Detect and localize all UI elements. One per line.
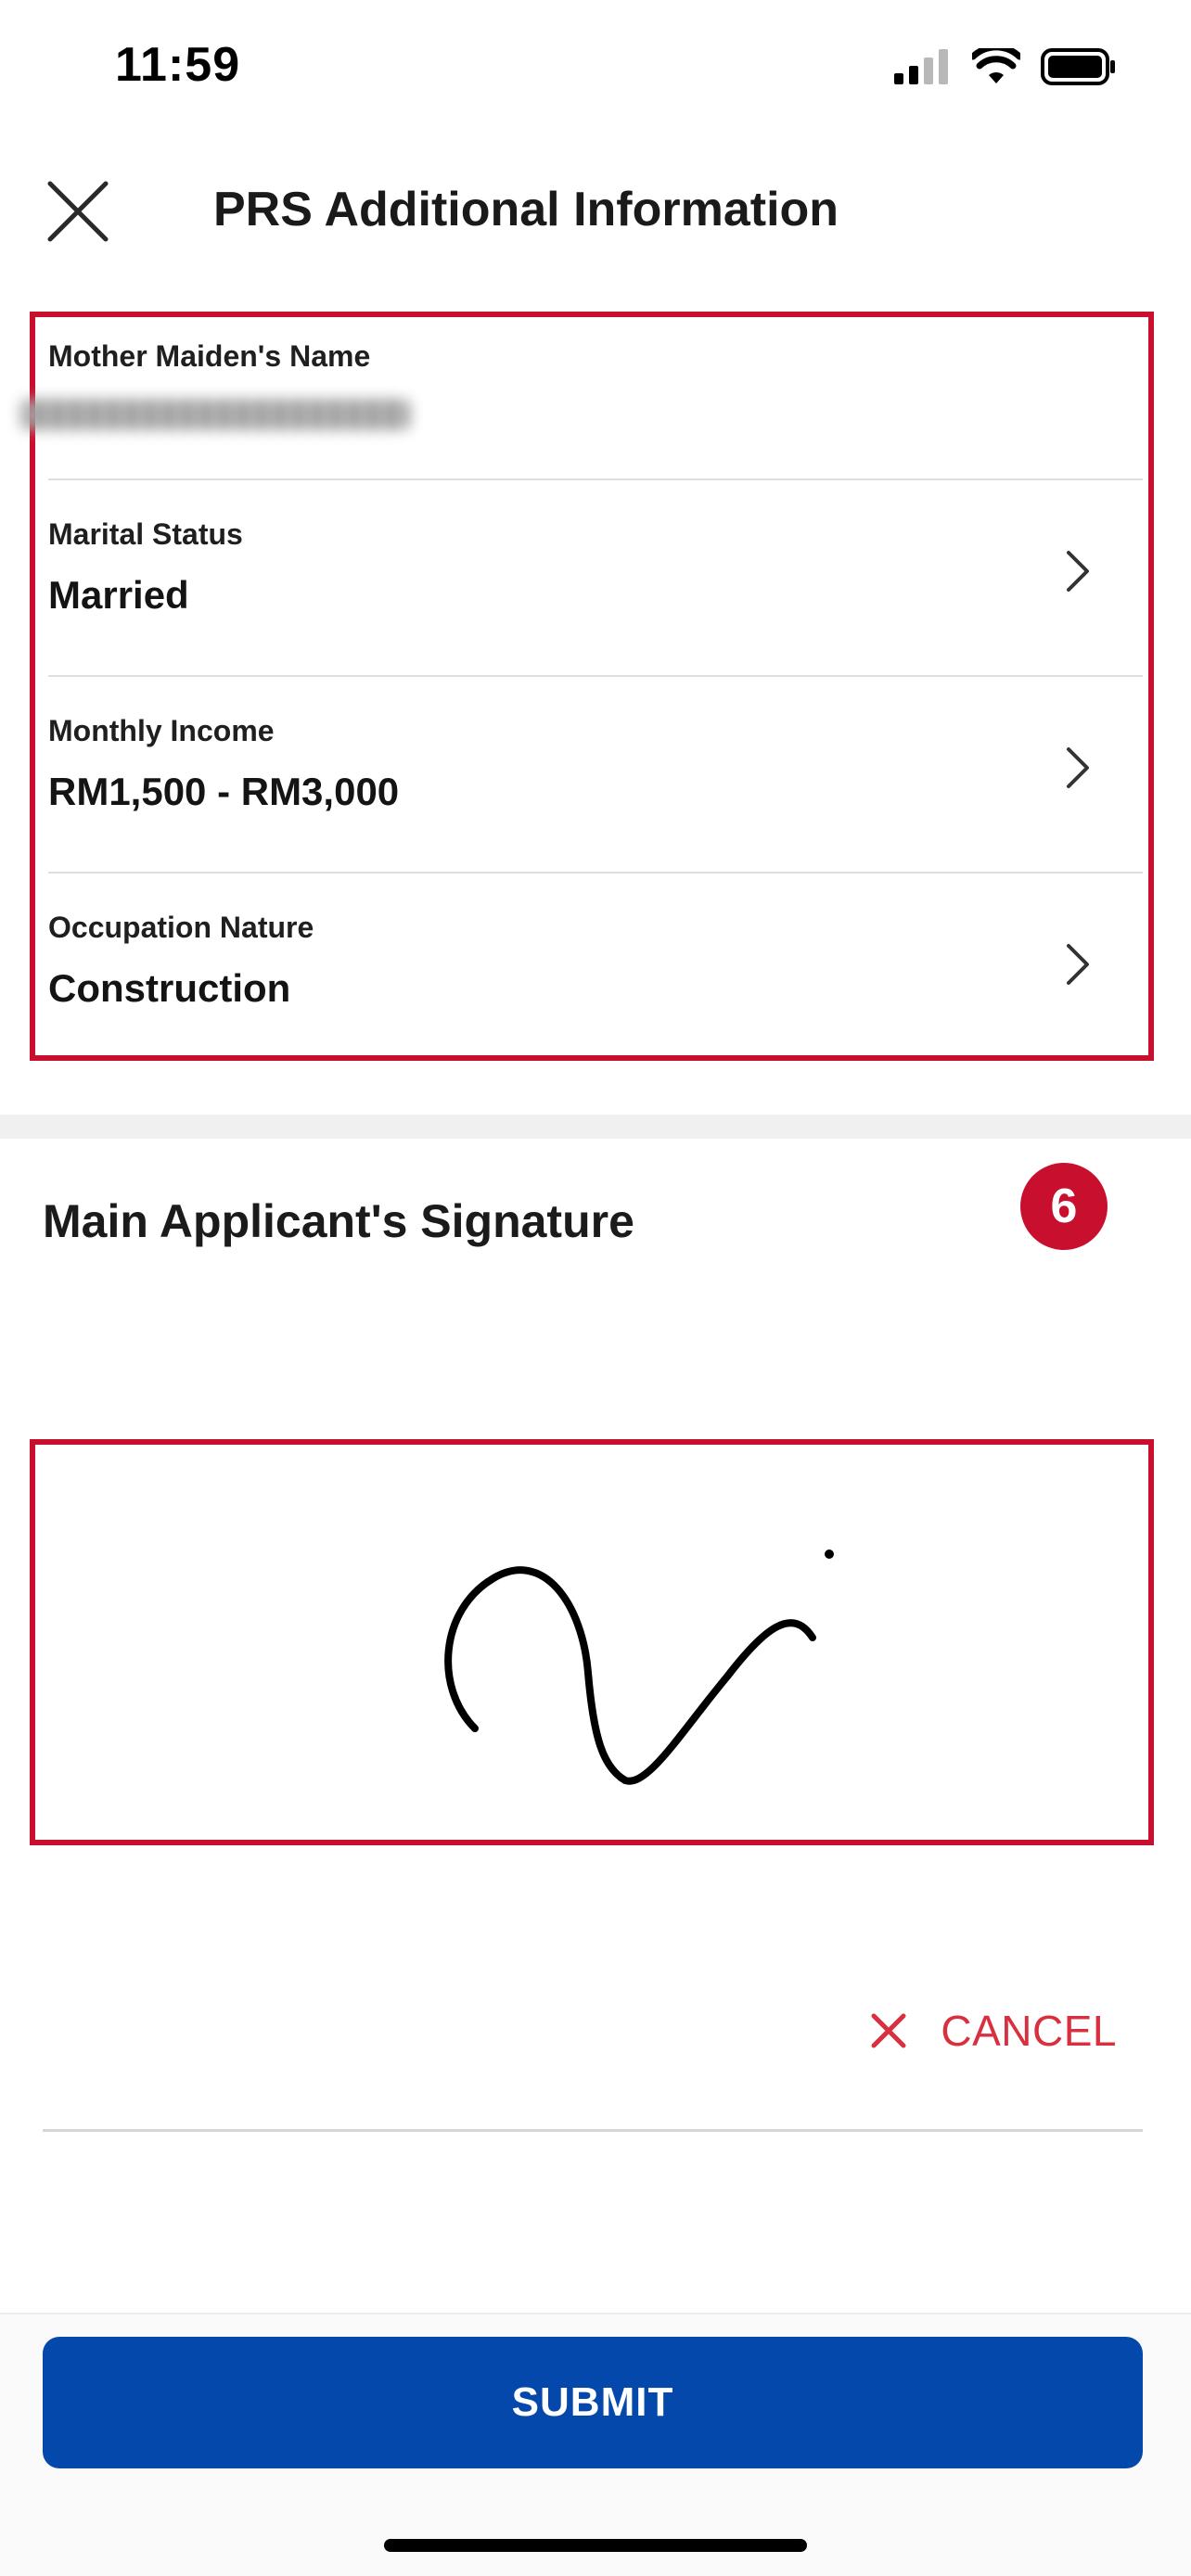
masked-value [20,399,410,430]
field-label: Occupation Nature [48,911,314,944]
occupation-nature-field[interactable]: Occupation Nature Construction [48,874,1143,1055]
signature-stroke [444,1549,834,1785]
signature-title: Main Applicant's Signature [43,1195,634,1247]
chevron-right-icon[interactable] [1059,543,1096,599]
home-indicator[interactable] [384,2539,807,2552]
divider [43,2129,1143,2132]
close-icon [871,2013,906,2048]
chevron-right-icon[interactable] [1059,740,1096,796]
close-button[interactable] [41,174,115,249]
page-title: PRS Additional Information [213,183,839,236]
submit-button[interactable]: SUBMIT [43,2337,1143,2468]
wifi-icon [972,48,1020,83]
section-divider [0,1115,1191,1139]
submit-label: SUBMIT [511,2379,674,2425]
field-label: Marital Status [48,517,243,551]
cellular-signal-icon [894,49,948,84]
signature-pad[interactable] [30,1439,1154,1845]
cancel-label: CANCEL [941,2007,1117,2055]
mother-maiden-name-field[interactable]: Mother Maiden's Name [20,317,1143,480]
battery-icon [1041,48,1115,85]
monthly-income-field[interactable]: Monthly Income RM1,500 - RM3,000 [48,677,1143,874]
close-icon [47,181,109,242]
field-label: Mother Maiden's Name [48,339,371,373]
field-value: RM1,500 - RM3,000 [48,770,400,813]
status-bar: 11:59 [0,0,1191,130]
status-time: 11:59 [115,38,241,92]
chevron-right-icon[interactable] [1059,937,1096,992]
additional-info-form: Mother Maiden's Name Marital Status Marr… [20,312,1154,1061]
field-value: Married [48,573,189,617]
header: PRS Additional Information [0,139,1191,287]
cancel-button[interactable]: CANCEL [870,1994,1117,2068]
field-label: Monthly Income [48,714,275,747]
field-value: Construction [48,966,291,1010]
marital-status-field[interactable]: Marital Status Married [48,480,1143,677]
status-icons [894,46,1117,87]
step-badge: 6 [1020,1163,1108,1250]
